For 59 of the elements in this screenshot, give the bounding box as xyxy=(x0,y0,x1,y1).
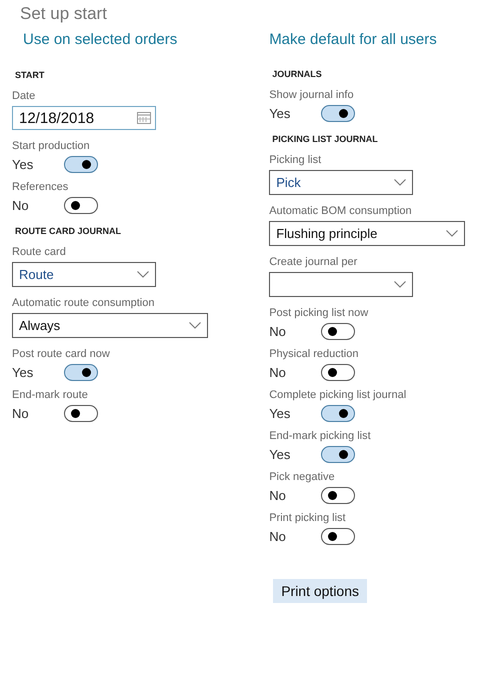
field-label: End-mark route xyxy=(12,389,88,401)
toggle-switch[interactable] xyxy=(321,487,356,504)
toggle-value: No xyxy=(269,324,287,339)
field-label: Post picking list now xyxy=(269,307,368,319)
toggle-switch[interactable] xyxy=(64,364,98,381)
chevron-down-icon xyxy=(446,230,458,237)
dialog-title: Set up start xyxy=(20,4,108,24)
chevron-down-icon xyxy=(394,179,406,186)
dropdown[interactable] xyxy=(269,272,414,297)
dropdown[interactable]: Always xyxy=(12,313,208,338)
calendar-icon[interactable] xyxy=(137,112,151,124)
field-label: Automatic BOM consumption xyxy=(269,205,412,217)
toggle-value: Yes xyxy=(269,106,292,121)
chevron-down-icon xyxy=(137,271,149,278)
field-label: Route card xyxy=(12,246,66,258)
field-label: Show journal info xyxy=(269,89,354,101)
toggle-switch[interactable] xyxy=(64,197,98,214)
field-label: Complete picking list journal xyxy=(269,389,406,401)
toggle-switch[interactable] xyxy=(321,446,356,463)
field-label: Picking list xyxy=(269,154,322,166)
date-field[interactable]: 12/18/2018 xyxy=(12,106,156,130)
chevron-down-icon xyxy=(394,281,406,288)
section-heading: START xyxy=(15,70,44,80)
toggle-switch[interactable] xyxy=(321,528,356,545)
field-label: Start production xyxy=(12,140,90,152)
toggle-switch[interactable] xyxy=(321,405,356,422)
section-heading: PICKING LIST JOURNAL xyxy=(272,134,378,144)
toggle-switch[interactable] xyxy=(321,364,356,381)
toggle-switch[interactable] xyxy=(321,105,356,122)
action-link[interactable]: Make default for all users xyxy=(269,31,437,48)
toggle-value: No xyxy=(269,529,287,544)
dropdown[interactable]: Route xyxy=(12,262,156,287)
field-label: End-mark picking list xyxy=(269,430,371,442)
action-link[interactable]: Use on selected orders xyxy=(23,31,178,48)
toggle-value: No xyxy=(12,406,30,421)
field-label: Post route card now xyxy=(12,348,110,360)
field-label: Physical reduction xyxy=(269,348,358,360)
toggle-switch[interactable] xyxy=(64,405,98,422)
chevron-down-icon xyxy=(189,322,201,329)
section-heading: ROUTE CARD JOURNAL xyxy=(15,226,122,236)
toggle-switch[interactable] xyxy=(321,323,356,340)
toggle-value: Yes xyxy=(12,365,34,380)
field-label: Date xyxy=(12,90,36,102)
print-options-button[interactable]: Print options xyxy=(273,579,368,603)
section-heading: JOURNALS xyxy=(272,69,322,79)
toggle-value: Yes xyxy=(269,406,292,421)
field-label: References xyxy=(12,181,68,193)
field-label: Create journal per xyxy=(269,256,358,268)
toggle-value: No xyxy=(12,198,30,213)
field-label: Pick negative xyxy=(269,471,335,483)
toggle-value: Yes xyxy=(269,447,292,462)
field-label: Automatic route consumption xyxy=(12,297,154,309)
toggle-switch[interactable] xyxy=(64,156,98,173)
dropdown[interactable]: Pick xyxy=(269,170,414,195)
toggle-value: No xyxy=(269,488,287,503)
toggle-value: Yes xyxy=(12,157,34,172)
dropdown[interactable]: Flushing principle xyxy=(269,221,466,246)
toggle-value: No xyxy=(269,365,287,380)
field-label: Print picking list xyxy=(269,512,346,524)
